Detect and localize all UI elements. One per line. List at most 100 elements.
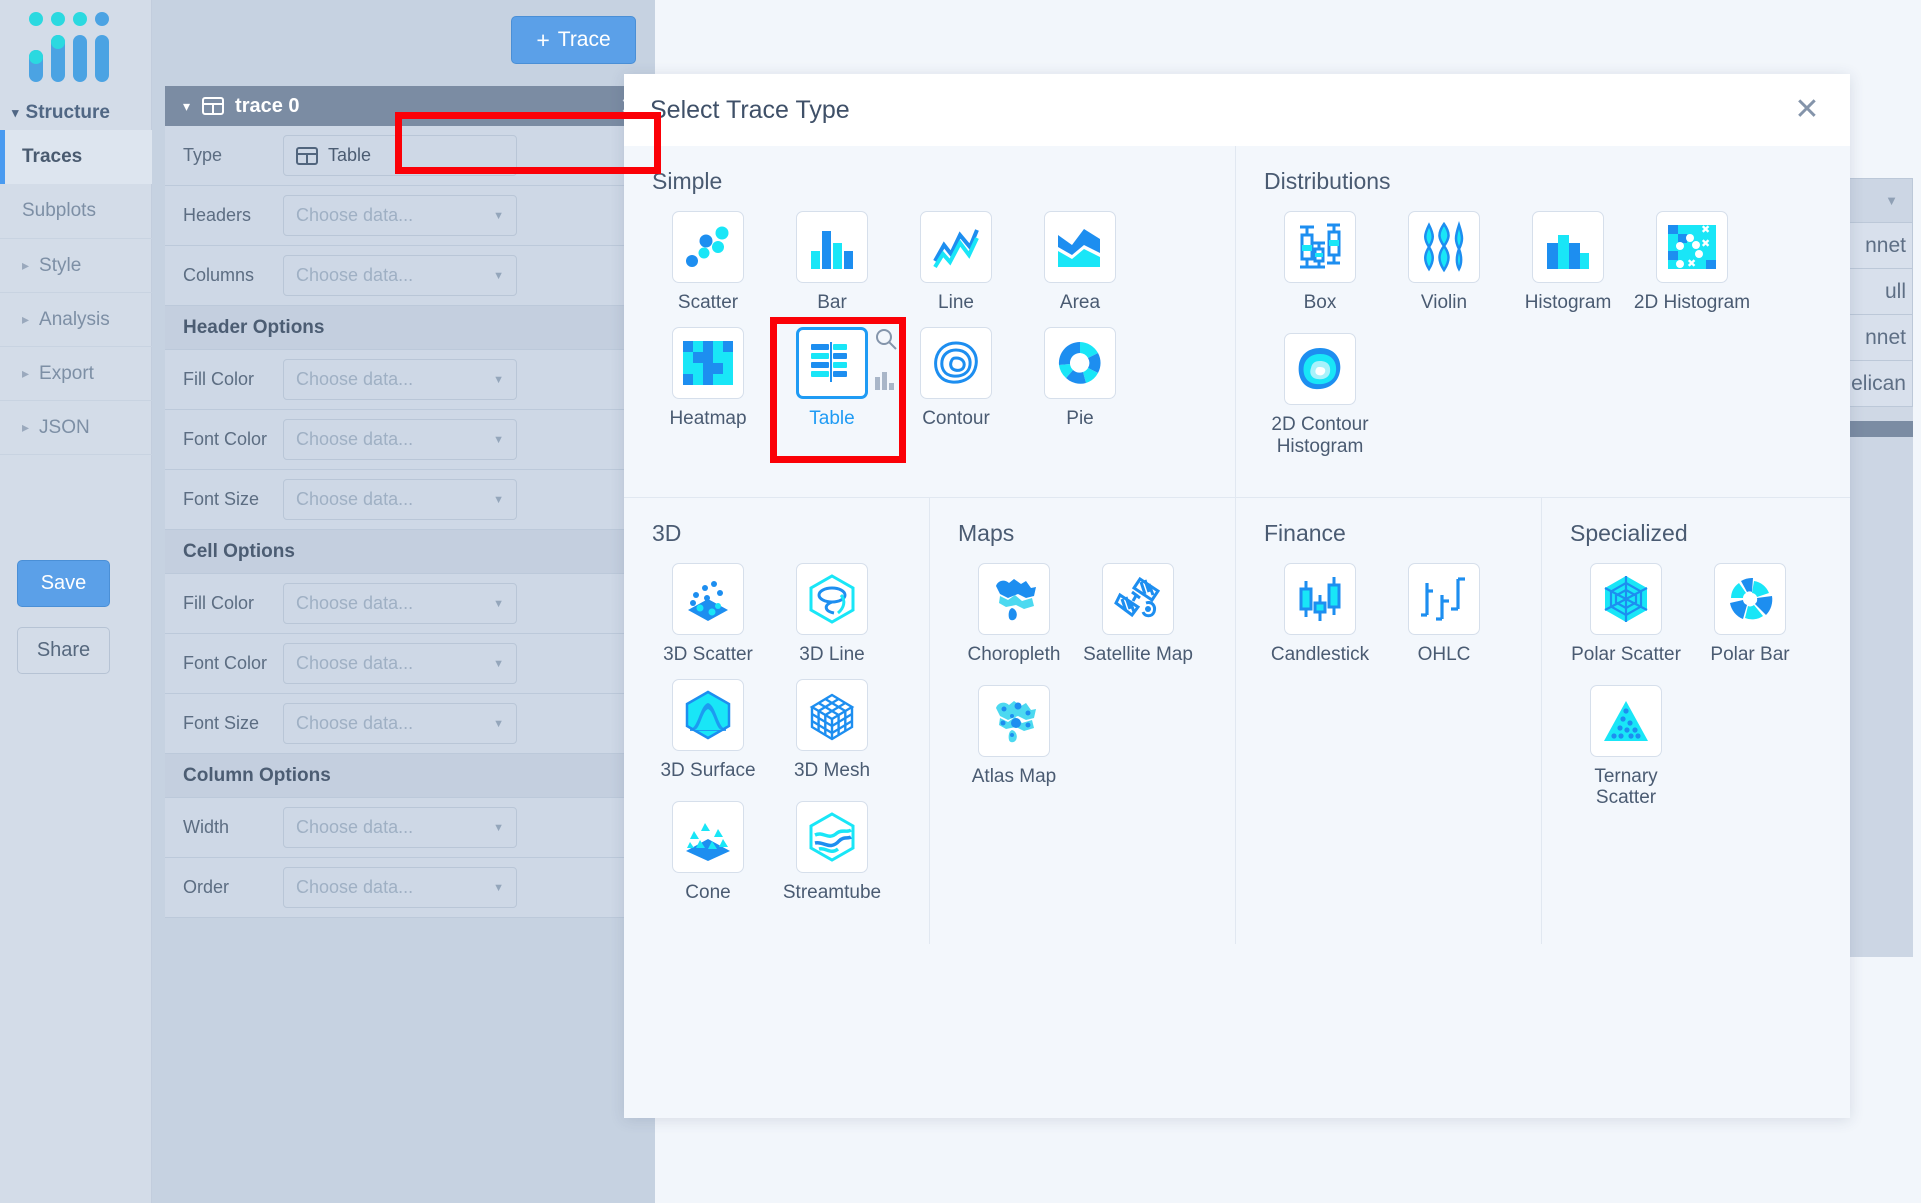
columns-dropdown[interactable]: Choose data... ▼ — [283, 255, 517, 296]
trace-tile-3d-scatter[interactable]: 3D Scatter — [649, 562, 767, 665]
placeholder: Choose data... — [296, 593, 414, 613]
left-sidebar: ▾ Structure Traces Subplots ▸ Style ▸ An… — [0, 0, 152, 1203]
trace-tile-candlestick[interactable]: Candlestick — [1261, 562, 1379, 665]
trace-tile-heatmap[interactable]: Heatmap — [649, 327, 767, 429]
modal-body: Simple Scatter Bar Line Area Heatmap Tab… — [624, 146, 1850, 1118]
field-cell-fill-color: Fill Color Choose data... ▼ — [165, 574, 655, 634]
add-trace-button[interactable]: + Trace — [511, 16, 636, 64]
trace-tile-label: Line — [938, 292, 974, 313]
trace-tile-line[interactable]: Line — [897, 211, 1015, 313]
field-label: Width — [183, 817, 230, 837]
trace-tile-streamtube[interactable]: Streamtube — [773, 801, 891, 903]
group-3d: 3D 3D Scatter 3D Line 3D Surface 3D Mesh… — [624, 497, 930, 944]
field-label: Fill Color — [183, 369, 255, 389]
section-header-options: Header Options — [165, 306, 655, 350]
polar-scatter-icon — [1590, 562, 1662, 635]
section-title: Column Options — [183, 764, 331, 786]
field-label: Font Color — [183, 653, 268, 673]
trace-tile-violin[interactable]: Violin — [1385, 211, 1503, 313]
trace-tile-2d-contour-histogram[interactable]: 2D Contour Histogram — [1261, 333, 1379, 457]
save-button[interactable]: Save — [17, 560, 110, 607]
headers-dropdown[interactable]: Choose data... ▼ — [283, 195, 517, 236]
trace-tile-choropleth[interactable]: Choropleth — [955, 562, 1073, 665]
modal-header: Select Trace Type ✕ — [624, 74, 1850, 146]
sidebar-item-subplots[interactable]: Subplots — [0, 184, 152, 238]
trace-tile-label: 3D Surface — [660, 760, 756, 782]
contour-icon — [920, 327, 992, 400]
trace-tile-label: Heatmap — [669, 408, 747, 430]
section-title: Header Options — [183, 316, 325, 338]
share-button[interactable]: Share — [17, 627, 110, 674]
sidebar-item-json[interactable]: ▸ JSON — [0, 400, 152, 454]
choropleth-icon — [978, 562, 1050, 635]
plus-icon: + — [536, 26, 550, 53]
trace-tile-satellite-map[interactable]: Satellite Map — [1079, 562, 1197, 665]
close-icon[interactable]: ✕ — [1790, 93, 1824, 127]
trace-tile-label: OHLC — [1417, 643, 1471, 665]
placeholder: Choose data... — [296, 877, 414, 897]
add-trace-label: Trace — [557, 28, 611, 51]
cell-font-color-dropdown[interactable]: Choose data... ▼ — [283, 643, 517, 684]
trace-panel-header[interactable]: ▾ trace 0 ✕ — [165, 86, 655, 126]
group-title: Finance — [1264, 519, 1346, 546]
trace-tile-atlas-map[interactable]: Atlas Map — [955, 685, 1073, 787]
ternary-scatter-icon — [1590, 685, 1662, 758]
trace-tile-ohlc[interactable]: OHLC — [1385, 562, 1503, 665]
trace-tile-3d-mesh[interactable]: 3D Mesh — [773, 679, 891, 781]
header-font-size-dropdown[interactable]: Choose data... ▼ — [283, 479, 517, 520]
trace-tile-label: Histogram — [1524, 292, 1612, 313]
sidebar-item-export[interactable]: ▸ Export — [0, 346, 152, 400]
ohlc-icon — [1408, 562, 1480, 635]
cell-fill-color-dropdown[interactable]: Choose data... ▼ — [283, 583, 517, 624]
trace-tile-polar-scatter[interactable]: Polar Scatter — [1567, 562, 1685, 665]
sidebar-item-traces[interactable]: Traces — [0, 130, 152, 184]
trace-tile-box[interactable]: Box — [1261, 211, 1379, 313]
header-font-color-dropdown[interactable]: Choose data... ▼ — [283, 419, 517, 460]
group-title: Simple — [652, 168, 723, 194]
trace-tile-label: Atlas Map — [971, 766, 1057, 788]
histogram-2d-icon: ✖ ✖ ✖ — [1656, 211, 1728, 283]
box-plot-icon — [1284, 211, 1356, 283]
trace-tile-label: Area — [1059, 292, 1101, 313]
cell-font-size-dropdown[interactable]: Choose data... ▼ — [283, 703, 517, 744]
search-icon[interactable] — [874, 327, 900, 358]
trace-tile-contour[interactable]: Contour — [897, 327, 1015, 429]
trace-tile-2d-histogram[interactable]: ✖ ✖ ✖ 2D Histogram — [1633, 211, 1751, 313]
trace-tile-3d-line[interactable]: 3D Line — [773, 562, 891, 665]
group-title: Specialized — [1570, 519, 1688, 546]
column-width-dropdown[interactable]: Choose data... ▼ — [283, 807, 517, 848]
trace-tile-scatter[interactable]: Scatter — [649, 211, 767, 313]
header-fill-color-dropdown[interactable]: Choose data... ▼ — [283, 359, 517, 400]
trace-tile-polar-bar[interactable]: Polar Bar — [1691, 562, 1809, 665]
trace-tile-ternary-scatter[interactable]: Ternary Scatter — [1567, 685, 1685, 809]
column-order-dropdown[interactable]: Choose data... ▼ — [283, 867, 517, 908]
trace-tile-histogram[interactable]: Histogram — [1509, 211, 1627, 313]
trace-tile-label: Satellite Map — [1083, 643, 1193, 665]
field-label: Font Size — [183, 489, 260, 509]
sidebar-item-analysis[interactable]: ▸ Analysis — [0, 292, 152, 346]
chevron-right-icon: ▸ — [22, 419, 30, 435]
trace-tile-bar[interactable]: Bar — [773, 211, 891, 313]
line-3d-icon — [796, 562, 868, 635]
trace-tile-3d-surface[interactable]: 3D Surface — [649, 679, 767, 781]
trace-tile-cone[interactable]: Cone — [649, 801, 767, 903]
sidebar-item-label: Traces — [22, 146, 83, 167]
field-label: Type — [183, 145, 223, 165]
chevron-down-icon: ▼ — [1885, 193, 1898, 208]
group-title: 3D — [652, 519, 682, 546]
chevron-down-icon: ▼ — [493, 269, 504, 282]
trace-tile-area[interactable]: Area — [1021, 211, 1139, 313]
chevron-down-icon[interactable]: ▾ — [183, 98, 190, 115]
trace-tile-label: 2D Histogram — [1633, 292, 1751, 313]
sidebar-item-style[interactable]: ▸ Style — [0, 238, 152, 292]
group-title: Maps — [958, 519, 1015, 546]
trace-tile-label: 3D Line — [799, 643, 865, 665]
sidebar-structure-header[interactable]: ▾ Structure — [0, 95, 152, 130]
group-distributions: Distributions Box Violin Histogram ✖ ✖ ✖… — [1236, 146, 1850, 497]
trace-tile-pie[interactable]: Pie — [1021, 327, 1139, 429]
trace-tile-label: 3D Mesh — [793, 760, 871, 782]
type-dropdown[interactable]: Table — [283, 135, 517, 176]
trace-tile-label: Pie — [1066, 408, 1094, 430]
field-type: Type Table — [165, 126, 655, 186]
mini-bar-chart-icon[interactable] — [874, 369, 898, 396]
